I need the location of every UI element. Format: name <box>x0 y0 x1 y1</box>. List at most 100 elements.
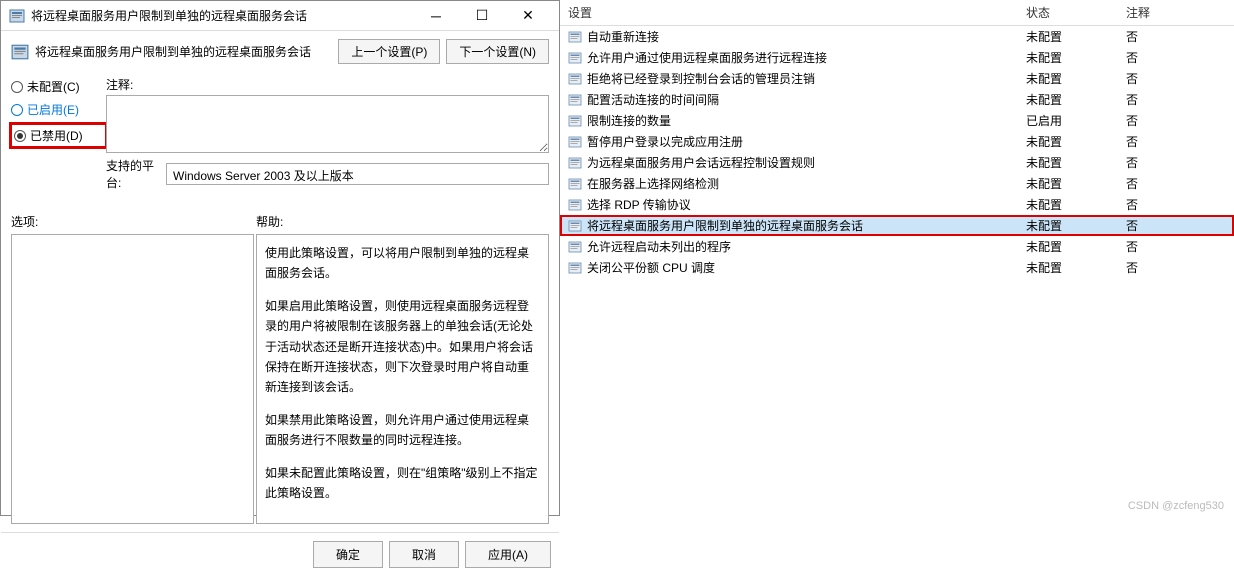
row-state: 未配置 <box>1026 70 1126 87</box>
comment-input[interactable] <box>106 95 549 153</box>
row-state: 已启用 <box>1026 112 1126 129</box>
row-name: 自动重新连接 <box>587 28 1026 45</box>
options-panel <box>11 234 254 524</box>
list-row[interactable]: 暂停用户登录以完成应用注册 未配置 否 <box>560 131 1234 152</box>
policy-item-icon <box>568 114 582 128</box>
row-comment: 否 <box>1126 175 1226 192</box>
radio-enabled[interactable]: 已启用(E) <box>11 101 106 118</box>
radio-icon <box>11 104 23 116</box>
list-row[interactable]: 自动重新连接 未配置 否 <box>560 26 1234 47</box>
radio-icon <box>14 130 26 142</box>
row-comment: 否 <box>1126 217 1226 234</box>
radio-group: 未配置(C) 已启用(E) 已禁用(D) <box>11 76 106 147</box>
policy-icon <box>9 8 25 24</box>
platform-row: 支持的平台: Windows Server 2003 及以上版本 <box>106 157 549 191</box>
row-name: 为远程桌面服务用户会话远程控制设置规则 <box>587 154 1026 171</box>
list-row[interactable]: 将远程桌面服务用户限制到单独的远程桌面服务会话 未配置 否 <box>560 215 1234 236</box>
list-row[interactable]: 限制连接的数量 已启用 否 <box>560 110 1234 131</box>
dialog-header-row: 将远程桌面服务用户限制到单独的远程桌面服务会话 上一个设置(P) 下一个设置(N… <box>11 39 549 64</box>
dialog-titlebar: 将远程桌面服务用户限制到单独的远程桌面服务会话 ─ ☐ ✕ <box>1 1 559 31</box>
row-state: 未配置 <box>1026 154 1126 171</box>
radio-disabled-label: 已禁用(D) <box>30 127 83 144</box>
cancel-button[interactable]: 取消 <box>389 541 459 568</box>
row-comment: 否 <box>1126 49 1226 66</box>
help-paragraph: 如果禁用此策略设置，则允许用户通过使用远程桌面服务进行不限数量的同时远程连接。 <box>265 410 540 451</box>
policy-item-icon <box>568 177 582 191</box>
row-name: 拒绝将已经登录到控制台会话的管理员注销 <box>587 70 1026 87</box>
policy-item-icon <box>568 30 582 44</box>
list-header: 设置 状态 注释 <box>560 0 1234 26</box>
next-setting-button[interactable]: 下一个设置(N) <box>446 39 549 64</box>
header-setting[interactable]: 设置 <box>568 4 1026 21</box>
minimize-button[interactable]: ─ <box>413 1 459 31</box>
comment-label: 注释: <box>106 76 549 93</box>
radio-not-configured[interactable]: 未配置(C) <box>11 78 106 95</box>
list-row[interactable]: 为远程桌面服务用户会话远程控制设置规则 未配置 否 <box>560 152 1234 173</box>
row-state: 未配置 <box>1026 259 1126 276</box>
policy-item-icon <box>568 72 582 86</box>
mid-labels: 选项: 帮助: <box>11 213 549 230</box>
list-rows: 自动重新连接 未配置 否 允许用户通过使用远程桌面服务进行远程连接 未配置 否 … <box>560 26 1234 516</box>
list-row[interactable]: 允许远程启动未列出的程序 未配置 否 <box>560 236 1234 257</box>
header-comment[interactable]: 注释 <box>1126 4 1226 21</box>
maximize-button[interactable]: ☐ <box>459 1 505 31</box>
help-paragraph: 如果启用此策略设置，则使用远程桌面服务远程登录的用户将被限制在该服务器上的单独会… <box>265 296 540 398</box>
close-button[interactable]: ✕ <box>505 1 551 31</box>
ok-button[interactable]: 确定 <box>313 541 383 568</box>
row-state: 未配置 <box>1026 238 1126 255</box>
policy-item-icon <box>568 93 582 107</box>
comment-area: 注释: 支持的平台: Windows Server 2003 及以上版本 <box>106 76 549 191</box>
policy-item-icon <box>568 198 582 212</box>
dialog-title: 将远程桌面服务用户限制到单独的远程桌面服务会话 <box>31 7 413 24</box>
help-panel: 使用此策略设置，可以将用户限制到单独的远程桌面服务会话。 如果启用此策略设置，则… <box>256 234 549 524</box>
window-buttons: ─ ☐ ✕ <box>413 1 551 31</box>
list-row[interactable]: 拒绝将已经登录到控制台会话的管理员注销 未配置 否 <box>560 68 1234 89</box>
prev-setting-button[interactable]: 上一个设置(P) <box>338 39 440 64</box>
radio-icon <box>11 81 23 93</box>
radio-not-configured-label: 未配置(C) <box>27 78 80 95</box>
row-state: 未配置 <box>1026 49 1126 66</box>
radio-disabled[interactable]: 已禁用(D) <box>9 122 108 149</box>
apply-button[interactable]: 应用(A) <box>465 541 551 568</box>
list-row[interactable]: 允许用户通过使用远程桌面服务进行远程连接 未配置 否 <box>560 47 1234 68</box>
policy-item-icon <box>568 51 582 65</box>
row-name: 关闭公平份额 CPU 调度 <box>587 259 1026 276</box>
help-paragraph: 如果未配置此策略设置，则在"组策略"级别上不指定此策略设置。 <box>265 463 540 504</box>
policy-item-icon <box>568 135 582 149</box>
platform-value: Windows Server 2003 及以上版本 <box>166 163 549 185</box>
header-state[interactable]: 状态 <box>1026 4 1126 21</box>
row-name: 选择 RDP 传输协议 <box>587 196 1026 213</box>
policy-item-icon <box>568 219 582 233</box>
policy-list-panel: 设置 状态 注释 自动重新连接 未配置 否 允许用户通过使用远程桌面服务进行远程… <box>560 0 1234 516</box>
row-name: 允许远程启动未列出的程序 <box>587 238 1026 255</box>
row-comment: 否 <box>1126 70 1226 87</box>
row-name: 配置活动连接的时间间隔 <box>587 91 1026 108</box>
list-row[interactable]: 配置活动连接的时间间隔 未配置 否 <box>560 89 1234 110</box>
row-comment: 否 <box>1126 154 1226 171</box>
policy-dialog: 将远程桌面服务用户限制到单独的远程桌面服务会话 ─ ☐ ✕ 将远程桌面服务用户限… <box>0 0 560 516</box>
row-comment: 否 <box>1126 196 1226 213</box>
radio-enabled-label: 已启用(E) <box>27 101 79 118</box>
row-name: 在服务器上选择网络检测 <box>587 175 1026 192</box>
row-name: 限制连接的数量 <box>587 112 1026 129</box>
row-state: 未配置 <box>1026 175 1126 192</box>
config-row: 未配置(C) 已启用(E) 已禁用(D) 注释: 支持的平台: Windows … <box>11 76 549 191</box>
policy-item-icon <box>568 156 582 170</box>
help-label: 帮助: <box>256 213 283 230</box>
row-comment: 否 <box>1126 133 1226 150</box>
list-row[interactable]: 在服务器上选择网络检测 未配置 否 <box>560 173 1234 194</box>
row-name: 将远程桌面服务用户限制到单独的远程桌面服务会话 <box>587 217 1026 234</box>
policy-item-icon <box>568 240 582 254</box>
row-state: 未配置 <box>1026 91 1126 108</box>
policy-header-icon <box>11 43 29 61</box>
list-row[interactable]: 选择 RDP 传输协议 未配置 否 <box>560 194 1234 215</box>
dialog-footer: 确定 取消 应用(A) <box>1 532 559 576</box>
row-comment: 否 <box>1126 112 1226 129</box>
row-state: 未配置 <box>1026 196 1126 213</box>
list-row[interactable]: 关闭公平份额 CPU 调度 未配置 否 <box>560 257 1234 278</box>
row-state: 未配置 <box>1026 133 1126 150</box>
policy-item-icon <box>568 261 582 275</box>
row-state: 未配置 <box>1026 28 1126 45</box>
dialog-body: 将远程桌面服务用户限制到单独的远程桌面服务会话 上一个设置(P) 下一个设置(N… <box>1 31 559 532</box>
row-comment: 否 <box>1126 259 1226 276</box>
